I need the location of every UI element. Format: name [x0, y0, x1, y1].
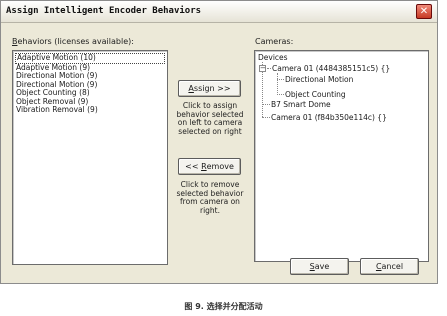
dialog-window: Assign Intelligent Encoder Behaviors ✕ B…: [0, 0, 438, 284]
close-icon: ✕: [419, 5, 429, 17]
tree-connector: [277, 79, 284, 80]
tree-node-behavior[interactable]: Object Counting: [285, 90, 346, 99]
figure-caption: 图 9. 选择并分配活动: [184, 302, 263, 311]
tree-node-camera-1[interactable]: Camera 01 (4484385151c5) {}: [272, 64, 390, 73]
list-item[interactable]: Vibration Removal (9): [15, 105, 167, 115]
remove-button[interactable]: << Remove: [178, 158, 241, 175]
tree-connector: [262, 117, 270, 118]
title-bar[interactable]: Assign Intelligent Encoder Behaviors ✕: [1, 1, 437, 23]
close-button[interactable]: ✕: [416, 4, 432, 19]
behaviors-listbox[interactable]: Adaptive Motion (10) Adaptive Motion (9)…: [12, 50, 168, 265]
tree-node-camera-3[interactable]: Camera 01 (f84b350e114c) {}: [271, 113, 387, 122]
tree-connector: [267, 68, 271, 69]
tree-connector: [277, 73, 278, 95]
remove-help-text: Click to remove selected behavior from c…: [176, 180, 244, 215]
assign-button[interactable]: Assign >>: [178, 80, 241, 97]
cancel-button[interactable]: Cancel: [360, 258, 419, 275]
window-title: Assign Intelligent Encoder Behaviors: [6, 6, 202, 16]
cameras-tree[interactable]: Devices − Camera 01 (4484385151c5) {} Di…: [254, 50, 429, 262]
assign-help-text: Click to assign behavior selected on lef…: [176, 101, 244, 136]
tree-connector: [262, 104, 270, 105]
list-item[interactable]: Adaptive Motion (10): [15, 53, 165, 64]
behaviors-label: Behaviors (licenses available):: [12, 37, 134, 46]
collapse-icon[interactable]: −: [259, 65, 266, 72]
tree-node-behavior[interactable]: Directional Motion: [285, 75, 353, 84]
save-button[interactable]: Save: [290, 258, 349, 275]
cameras-label: Cameras:: [255, 37, 294, 46]
tree-node-camera-2[interactable]: B7 Smart Dome: [271, 100, 331, 109]
tree-node-devices[interactable]: Devices: [258, 53, 288, 62]
tree-connector: [277, 94, 284, 95]
